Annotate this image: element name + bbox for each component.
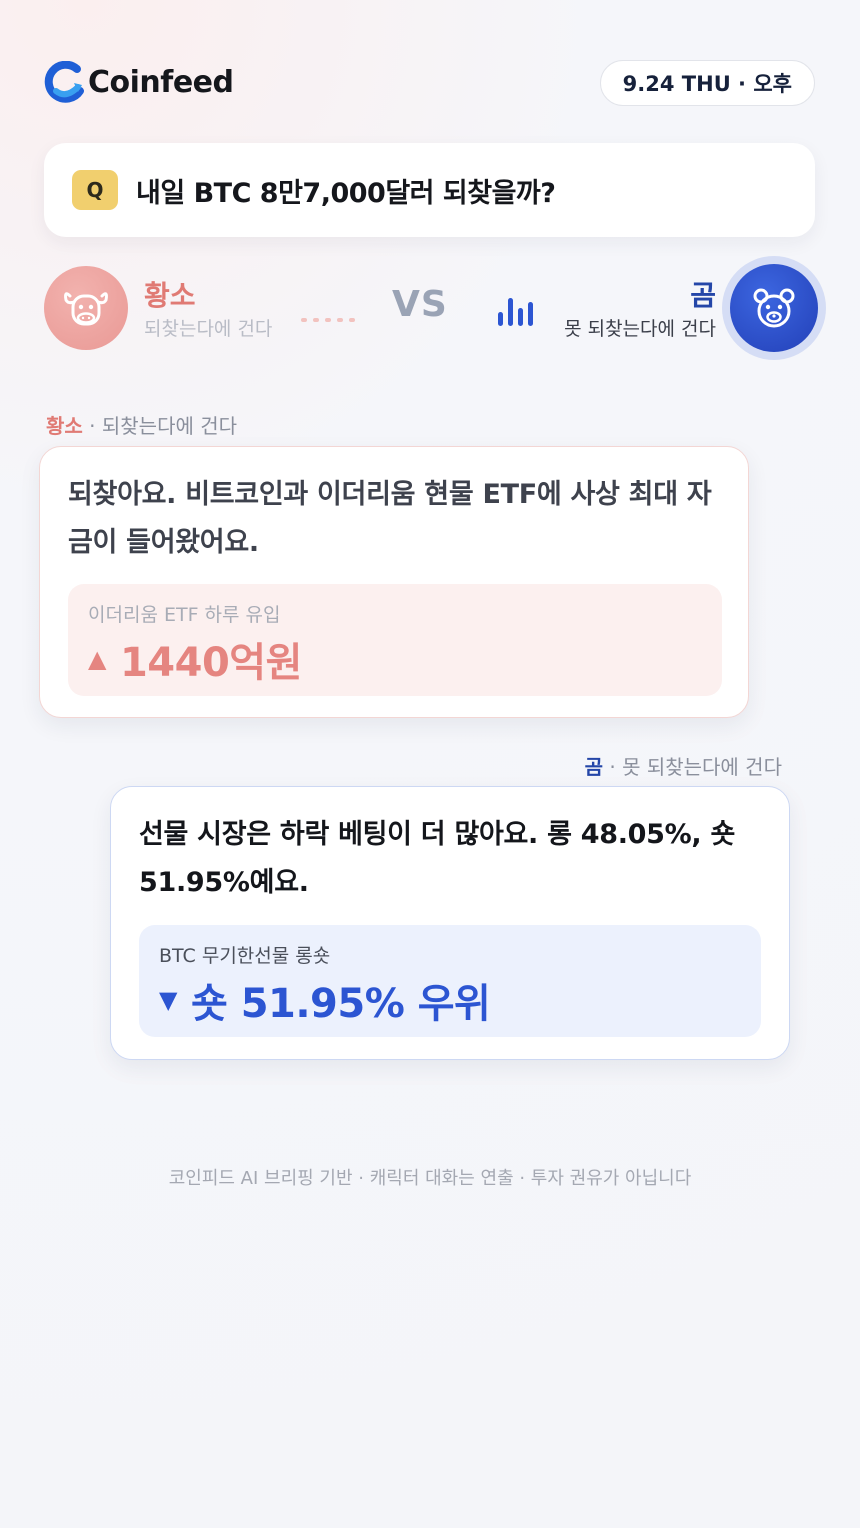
bear-stat-box: BTC 무기한선물 롱숏 ▼ 숏 51.95% 우위 — [139, 925, 761, 1037]
brand-name: Coinfeed — [88, 64, 234, 100]
date-badge: 9.24 THU · 오후 — [599, 60, 815, 106]
bear-message-text: 선물 시장은 하락 베팅이 더 많아요. 롱 48.05%, 숏 51.95%예… — [139, 819, 736, 898]
versus-row: 황소 되찾는다에 건다 VS 곰 못 되찾는다에 건다 — [44, 256, 826, 360]
bear-icon — [753, 288, 795, 328]
bear-name: 곰 — [690, 279, 716, 312]
bull-speaker-sub: · 되찾는다에 건다 — [82, 414, 238, 438]
bear-stat-value: 숏 51.95% 우위 — [190, 981, 491, 1027]
bull-stat-value: 1440억원 — [119, 640, 302, 686]
vs-label: VS — [392, 284, 448, 325]
disclaimer: 코인피드 AI 브리핑 기반 · 캐릭터 대화는 연출 · 투자 권유가 아닙니… — [168, 1168, 692, 1189]
bull-stat-value-row: ▲ 1440억원 — [88, 630, 302, 688]
question-badge: Q — [72, 170, 118, 210]
up-arrow-icon: ▲ — [88, 645, 106, 673]
coinfeed-logo-icon — [44, 61, 84, 103]
header: Coinfeed 9.24 THU · 오후 — [44, 58, 815, 106]
bear-stat-label: BTC 무기한선물 롱숏 — [159, 945, 331, 967]
bear-avatar — [722, 256, 826, 360]
bull-message-card: 되찾아요. 비트코인과 이더리움 현물 ETF에 사상 최대 자금이 들어왔어요… — [39, 446, 749, 718]
bear-stat-value-row: ▼ 숏 51.95% 우위 — [159, 971, 491, 1029]
bull-stat-label: 이더리움 ETF 하루 유입 — [88, 604, 281, 626]
signal-bars-icon — [498, 298, 533, 326]
bear-bet-label: 못 되찾는다에 건다 — [564, 318, 716, 340]
question-text: 내일 BTC 8만7,000달러 되찾을까? — [136, 177, 556, 209]
bull-message-text: 되찾아요. 비트코인과 이더리움 현물 ETF에 사상 최대 자금이 들어왔어요… — [68, 479, 712, 558]
bear-speaker-sub: · 못 되찾는다에 건다 — [603, 755, 782, 779]
bear-speaker-label: 곰 · 못 되찾는다에 건다 — [585, 751, 782, 780]
bear-message-card: 선물 시장은 하락 베팅이 더 많아요. 롱 48.05%, 숏 51.95%예… — [110, 786, 790, 1060]
bull-bet-label: 되찾는다에 건다 — [144, 318, 273, 340]
down-arrow-icon: ▼ — [159, 986, 177, 1014]
question-card: Q 내일 BTC 8만7,000달러 되찾을까? — [44, 143, 815, 237]
bull-speaker-name: 황소 — [46, 414, 83, 438]
bear-speaker-name: 곰 — [584, 755, 603, 779]
bull-icon — [64, 292, 108, 326]
brand-logo[interactable]: Coinfeed — [44, 61, 234, 103]
bull-name: 황소 — [144, 279, 196, 312]
dotted-divider — [301, 318, 355, 322]
bull-avatar — [44, 266, 128, 350]
bull-speaker-label: 황소 · 되찾는다에 건다 — [46, 410, 237, 439]
bull-stat-box: 이더리움 ETF 하루 유입 ▲ 1440억원 — [68, 584, 722, 696]
